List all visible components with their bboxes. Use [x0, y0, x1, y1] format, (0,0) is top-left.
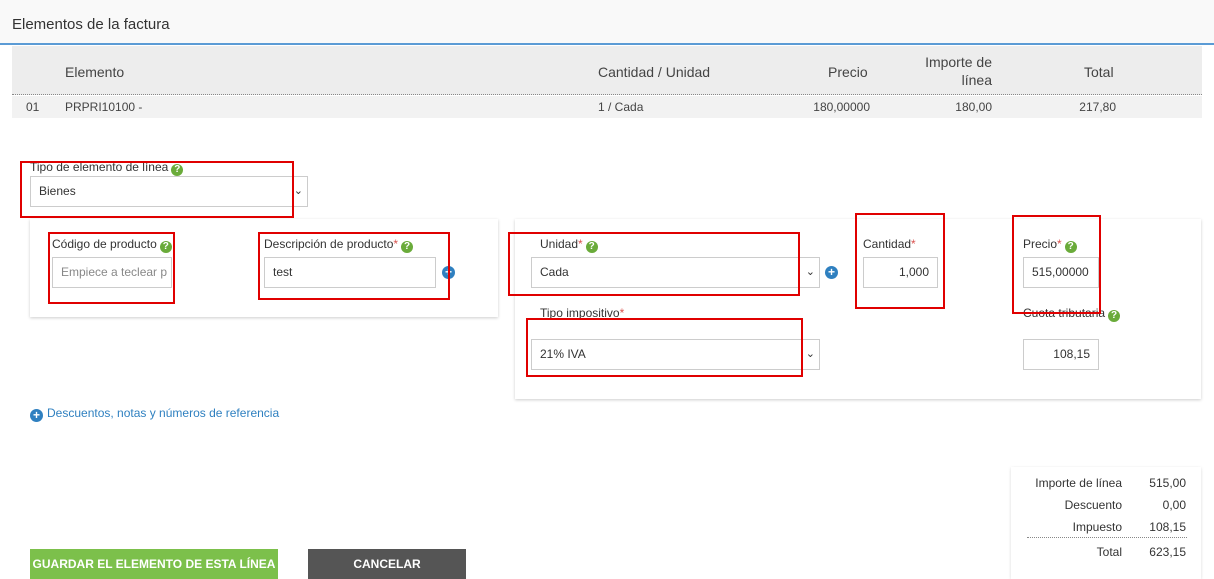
col-line-amount-2: línea [961, 72, 992, 88]
help-icon[interactable]: ? [1108, 310, 1121, 322]
quantity-input[interactable]: 1,000 [863, 257, 938, 288]
product-code-input[interactable]: Empiece a teclear p [52, 257, 172, 288]
help-icon[interactable]: ? [585, 241, 598, 253]
summary-divider [1027, 537, 1187, 538]
col-element: Elemento [65, 64, 125, 80]
price-label: Precio*? [1023, 237, 1077, 253]
summary-total-label: Total [1096, 545, 1122, 559]
plus-circle-icon: + [30, 409, 43, 422]
row-code: PRPRI10100 - [65, 100, 143, 114]
help-icon[interactable]: ? [159, 241, 172, 253]
help-icon[interactable]: ? [171, 164, 184, 176]
col-line-amount-1: Importe de [925, 54, 992, 70]
quantity-label: Cantidad* [863, 237, 916, 251]
row-price: 180,00000 [813, 100, 870, 114]
chevron-down-icon: ⌄ [805, 266, 815, 278]
tax-type-select[interactable]: 21% IVA ⌄ [531, 339, 820, 370]
line-type-label: Tipo de elemento de línea? [30, 160, 184, 176]
summary-total: 623,15 [1149, 545, 1186, 559]
section-title: Elementos de la factura [12, 16, 170, 33]
product-desc-label: Descripción de producto*? [264, 237, 414, 253]
line-type-select[interactable]: Bienes ⌄ [30, 176, 308, 207]
summary-tax-label: Impuesto [1072, 520, 1122, 534]
summary-tax: 108,15 [1149, 520, 1186, 534]
product-code-label: Código de producto? [52, 237, 172, 253]
unit-label: Unidad*? [540, 237, 598, 253]
help-icon[interactable]: ? [1064, 241, 1077, 253]
section-header: Elementos de la factura [0, 0, 1214, 45]
col-qty-unit: Cantidad / Unidad [598, 64, 711, 80]
save-line-button[interactable]: GUARDAR EL ELEMENTO DE ESTA LÍNEA [30, 549, 278, 579]
discounts-link[interactable]: + Descuentos, notas y números de referenc… [30, 406, 279, 422]
product-desc-input[interactable]: test [264, 257, 436, 288]
summary-line-amount-label: Importe de línea [1035, 476, 1122, 490]
tax-amount-label: Cuota tributaria? [1023, 306, 1121, 322]
chevron-down-icon: ⌄ [293, 185, 303, 197]
row-qty-unit: 1 / Cada [598, 100, 644, 114]
help-icon[interactable]: ? [401, 241, 414, 253]
tax-type-label: Tipo impositivo* [540, 306, 625, 320]
chevron-down-icon: ⌄ [805, 348, 815, 360]
summary-discount: 0,00 [1162, 498, 1186, 512]
cancel-button[interactable]: CANCELAR [308, 549, 466, 579]
unit-select[interactable]: Cada ⌄ [531, 257, 820, 288]
add-product-icon[interactable]: + [442, 266, 455, 279]
price-input[interactable]: 515,00000 [1023, 257, 1099, 288]
col-total: Total [1084, 64, 1114, 80]
items-table-header: Elemento Cantidad / Unidad Precio Import… [12, 46, 1202, 95]
col-price: Precio [828, 64, 868, 80]
row-line-amount: 180,00 [955, 100, 992, 114]
tax-amount-input[interactable]: 108,15 [1023, 339, 1099, 370]
add-unit-icon[interactable]: + [825, 266, 838, 279]
row-total: 217,80 [1079, 100, 1116, 114]
totals-summary: Importe de línea 515,00 Descuento 0,00 I… [1011, 467, 1201, 579]
summary-discount-label: Descuento [1064, 498, 1122, 512]
table-row[interactable]: 01 PRPRI10100 - 1 / Cada 180,00000 180,0… [12, 96, 1202, 118]
row-number: 01 [26, 100, 40, 114]
summary-line-amount: 515,00 [1149, 476, 1186, 490]
